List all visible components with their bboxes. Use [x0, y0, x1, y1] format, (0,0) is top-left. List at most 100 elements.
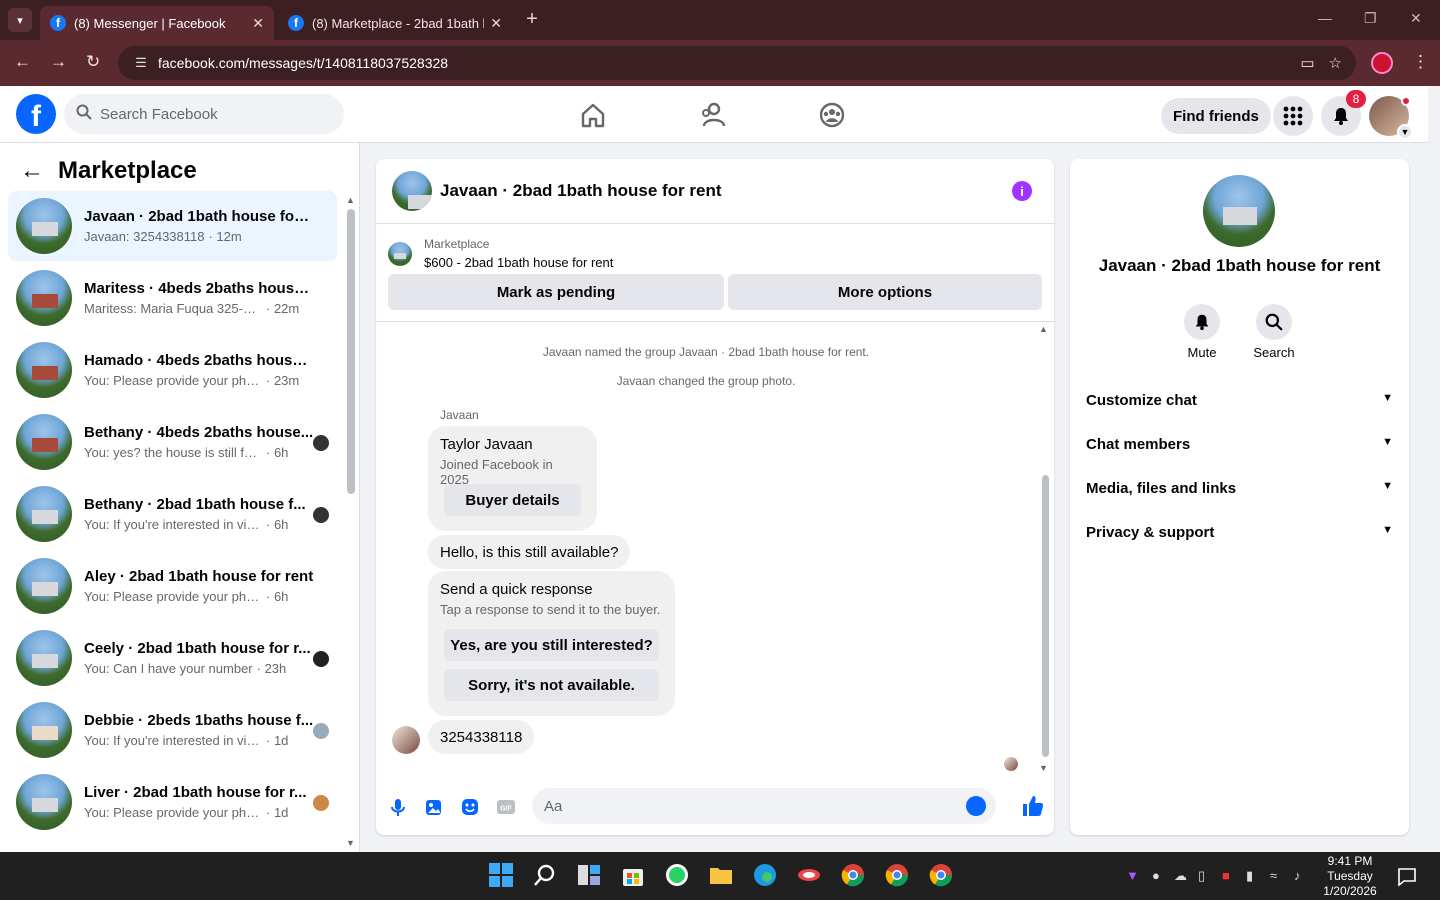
whatsapp-icon[interactable]: [664, 862, 690, 888]
bell-icon: [1334, 108, 1348, 125]
page-scrollbar[interactable]: [1428, 86, 1440, 852]
tray-app-icon[interactable]: ▼: [1126, 868, 1139, 883]
site-info-icon[interactable]: ☰: [126, 55, 156, 71]
task-view-icon[interactable]: [576, 862, 602, 888]
scroll-up-icon[interactable]: ▲: [1039, 324, 1048, 334]
notification-center-icon[interactable]: [1396, 866, 1418, 888]
chrome-icon[interactable]: [884, 862, 910, 888]
section-label: Customize chat: [1086, 392, 1197, 409]
quick-reply-no-button[interactable]: Sorry, it's not available.: [444, 669, 659, 701]
account-avatar[interactable]: ▼: [1369, 96, 1413, 140]
conversation-preview: Maritess: Maria Fuqua 325-660/4... · 22m: [84, 301, 314, 316]
find-friends-button[interactable]: Find friends: [1161, 98, 1271, 134]
restore-icon[interactable]: ❐: [1364, 10, 1377, 27]
wifi-icon[interactable]: ≈: [1270, 868, 1277, 883]
chrome-menu-icon[interactable]: ⋮: [1412, 52, 1429, 72]
buyer-avatar[interactable]: [392, 726, 420, 754]
chrome-icon[interactable]: [928, 862, 954, 888]
battery-icon[interactable]: ▮: [1246, 868, 1253, 884]
volume-icon[interactable]: ♪: [1294, 868, 1301, 883]
search-input[interactable]: Search Facebook: [64, 94, 344, 134]
tab-messenger[interactable]: f (8) Messenger | Facebook ✕: [40, 6, 274, 40]
facebook-logo-icon[interactable]: f: [16, 94, 56, 134]
minimize-icon[interactable]: —: [1318, 10, 1332, 26]
microphone-icon[interactable]: [388, 797, 408, 817]
file-explorer-icon[interactable]: [708, 862, 734, 888]
info-icon[interactable]: i: [1012, 181, 1032, 201]
close-window-icon[interactable]: ✕: [1410, 10, 1422, 27]
address-bar[interactable]: ☰ facebook.com/messages/t/14081180375283…: [118, 46, 1356, 80]
message-composer: GIF Aa: [376, 779, 1054, 835]
message-input[interactable]: Aa: [532, 788, 996, 824]
new-tab-button[interactable]: +: [520, 8, 544, 31]
chrome-profile-avatar[interactable]: [1371, 52, 1393, 74]
reload-icon[interactable]: ↻: [86, 52, 100, 72]
buyer-details-button[interactable]: Buyer details: [444, 484, 581, 516]
chat-panel: Javaan · 2bad 1bath house for rent i Mar…: [376, 159, 1054, 835]
conversation-item[interactable]: Bethany · 2bad 1bath house f... You: If y…: [8, 479, 337, 549]
mark-pending-button[interactable]: Mark as pending: [388, 274, 724, 310]
listing-summary[interactable]: Marketplace $600 - 2bad 1bath house for …: [388, 237, 613, 270]
tray-app-icon[interactable]: ■: [1222, 868, 1230, 883]
system-clock[interactable]: 9:41 PM Tuesday 1/20/2026: [1320, 854, 1380, 899]
sticker-icon[interactable]: [460, 797, 480, 817]
mute-button[interactable]: [1184, 304, 1220, 340]
more-options-button[interactable]: More options: [728, 274, 1042, 310]
tab-close-icon[interactable]: ✕: [252, 15, 264, 32]
back-icon[interactable]: ←: [14, 52, 31, 72]
forward-icon[interactable]: →: [50, 52, 67, 72]
customize-chat-section[interactable]: Customize chat ▼: [1086, 392, 1393, 409]
scroll-down-icon[interactable]: ▼: [1039, 763, 1048, 773]
quick-reply-yes-button[interactable]: Yes, are you still interested?: [444, 629, 659, 661]
app-icon[interactable]: [796, 862, 822, 888]
tray-app-icon[interactable]: ☁: [1174, 868, 1187, 884]
conversation-item[interactable]: Hamado · 4beds 2baths house f... You: Ple…: [8, 335, 337, 405]
tab-search-dropdown[interactable]: ▾: [8, 8, 32, 32]
scroll-down-icon[interactable]: ▼: [346, 838, 355, 848]
marketplace-chat-list: ← Marketplace Javaan · 2bad 1bath house …: [0, 143, 360, 852]
back-arrow-icon[interactable]: ←: [20, 157, 44, 185]
conversation-item[interactable]: Maritess · 4beds 2baths house f... Marite…: [8, 263, 337, 333]
chat-avatar[interactable]: [392, 171, 432, 211]
tab-marketplace[interactable]: f (8) Marketplace - 2bad 1bath h ✕: [278, 6, 512, 40]
buyer-name: Taylor Javaan: [440, 436, 533, 453]
groups-icon[interactable]: [817, 100, 847, 130]
conversation-item[interactable]: Debbie · 2beds 1baths house f... You: If …: [8, 695, 337, 765]
emoji-icon[interactable]: [966, 796, 986, 816]
conversation-info: Ceely · 2bad 1bath house for r... You: Ca…: [84, 640, 314, 676]
chat-title[interactable]: Javaan · 2bad 1bath house for rent: [440, 181, 722, 201]
like-thumb-icon[interactable]: [1021, 794, 1045, 818]
chat-scrollbar[interactable]: [1042, 475, 1049, 757]
home-icon[interactable]: [578, 100, 608, 130]
photo-icon[interactable]: [424, 797, 444, 817]
media-files-links-section[interactable]: Media, files and links ▼: [1086, 480, 1393, 497]
group-photo[interactable]: [1203, 175, 1275, 247]
install-app-icon[interactable]: ▭: [1300, 54, 1314, 72]
gif-icon[interactable]: GIF: [496, 797, 516, 817]
edge-icon[interactable]: [752, 862, 778, 888]
friends-icon[interactable]: [698, 100, 728, 130]
conversation-info: Bethany · 2bad 1bath house f... You: If y…: [84, 496, 314, 532]
menu-grid-button[interactable]: [1273, 96, 1313, 136]
tab-close-icon[interactable]: ✕: [490, 15, 502, 32]
tray-app-icon[interactable]: ▯: [1198, 868, 1205, 884]
chrome-icon[interactable]: [840, 862, 866, 888]
conversation-item[interactable]: Ceely · 2bad 1bath house for r... You: Ca…: [8, 623, 337, 693]
bookmark-star-icon[interactable]: ☆: [1329, 54, 1342, 72]
conversation-item[interactable]: Javaan · 2bad 1bath house for rent Javaan…: [8, 191, 337, 261]
conversation-item[interactable]: Aley · 2bad 1bath house for rent You: Ple…: [8, 551, 337, 621]
scroll-up-icon[interactable]: ▲: [346, 195, 355, 205]
status-dot: [1401, 96, 1411, 106]
store-icon[interactable]: [620, 862, 646, 888]
scrollbar[interactable]: [347, 209, 355, 494]
chat-members-section[interactable]: Chat members ▼: [1086, 436, 1393, 453]
marketplace-label: Marketplace: [424, 237, 490, 251]
section-label: Chat members: [1086, 436, 1191, 453]
search-icon[interactable]: [532, 862, 558, 888]
tray-app-icon[interactable]: ●: [1152, 868, 1160, 883]
conversation-item[interactable]: Bethany · 4beds 2baths house... You: yes?…: [8, 407, 337, 477]
windows-start-icon[interactable]: [488, 862, 514, 888]
conversation-item[interactable]: Liver · 2bad 1bath house for r... You: Pl…: [8, 767, 337, 837]
search-chat-button[interactable]: [1256, 304, 1292, 340]
privacy-support-section[interactable]: Privacy & support ▼: [1086, 524, 1393, 541]
